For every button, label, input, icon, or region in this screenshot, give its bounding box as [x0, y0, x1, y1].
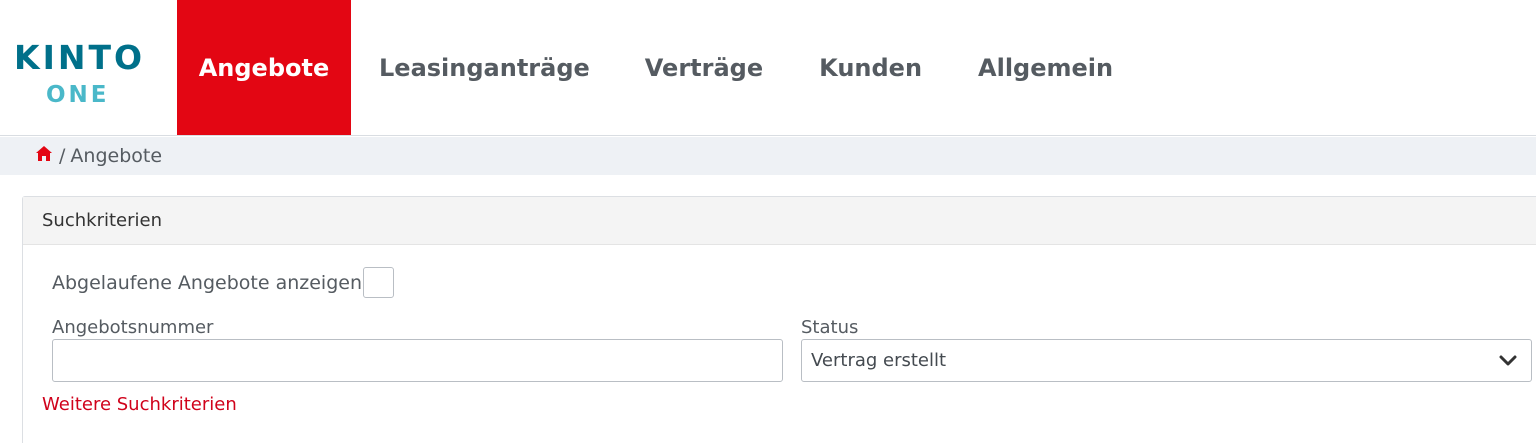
breadcrumb-current: Angebote — [70, 145, 163, 167]
status-select[interactable]: Vertrag erstellt — [801, 339, 1532, 382]
app-header: KINTO ONE Angebote Leasinganträge Verträ… — [0, 0, 1536, 136]
offer-number-label: Angebotsnummer — [52, 317, 214, 338]
main-nav: Angebote Leasinganträge Verträge Kunden … — [177, 0, 1113, 135]
expired-offers-row: Abgelaufene Angebote anzeigen — [52, 267, 394, 298]
logo-text-top: KINTO — [14, 38, 146, 77]
expired-offers-checkbox[interactable] — [363, 267, 394, 298]
nav-item-vertraege[interactable]: Verträge — [645, 0, 763, 135]
logo-text-bottom: ONE — [46, 82, 110, 108]
kinto-one-logo[interactable]: KINTO ONE — [14, 40, 159, 112]
chevron-down-icon — [1499, 355, 1517, 366]
more-search-criteria-link[interactable]: Weitere Suchkriterien — [42, 394, 237, 415]
nav-item-leasingantraege[interactable]: Leasinganträge — [379, 0, 590, 135]
breadcrumb-separator: / — [59, 145, 66, 167]
breadcrumb: / Angebote — [0, 137, 1536, 175]
status-label: Status — [801, 317, 859, 338]
nav-item-allgemein[interactable]: Allgemein — [978, 0, 1113, 135]
nav-item-kunden[interactable]: Kunden — [819, 0, 922, 135]
search-panel-title: Suchkriterien — [23, 197, 1536, 245]
offer-number-input[interactable] — [52, 339, 783, 382]
nav-item-angebote[interactable]: Angebote — [177, 0, 351, 135]
expired-offers-label: Abgelaufene Angebote anzeigen — [52, 271, 362, 294]
search-panel: Suchkriterien Abgelaufene Angebote anzei… — [22, 196, 1536, 443]
status-select-value: Vertrag erstellt — [811, 350, 947, 371]
home-icon[interactable] — [35, 145, 59, 167]
